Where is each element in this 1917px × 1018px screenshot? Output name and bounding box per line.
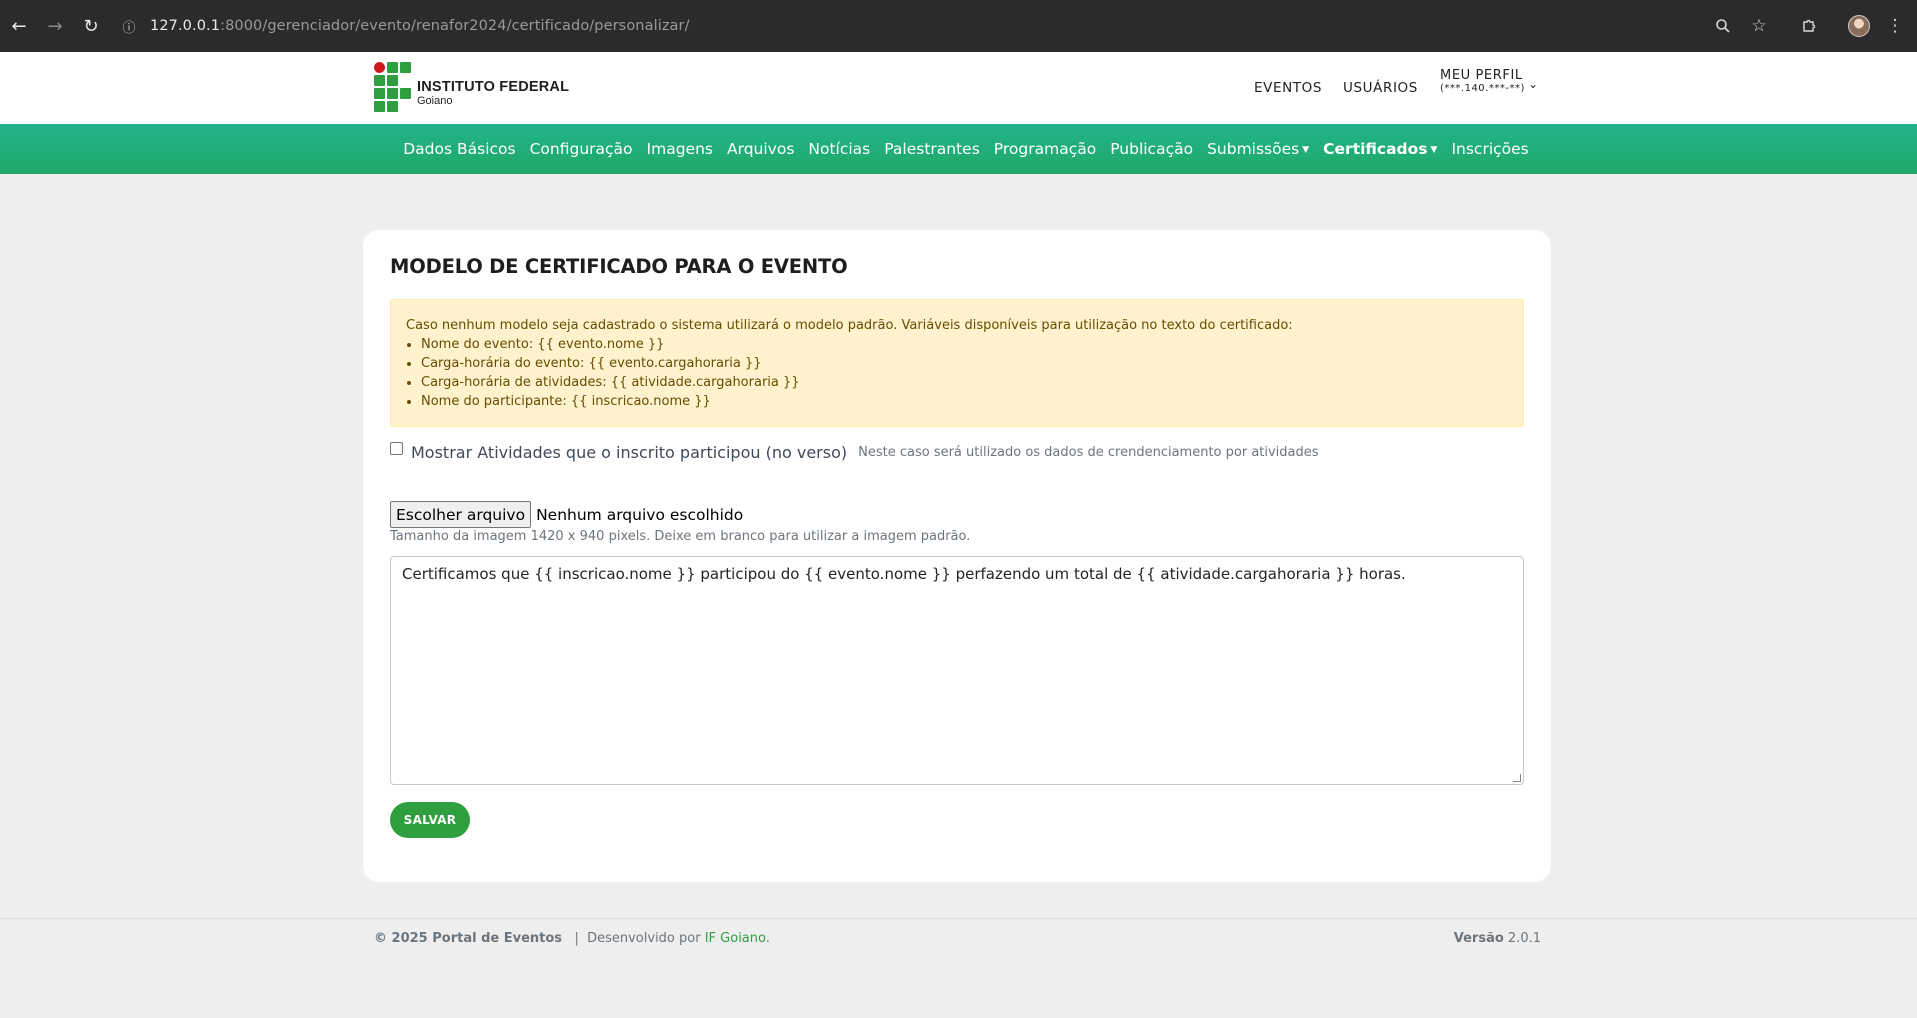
url-text[interactable]: 127.0.0.1:8000/gerenciador/evento/renafo…: [150, 18, 690, 34]
caret-down-icon: ▼: [1430, 145, 1438, 155]
subnav-item-submissoes[interactable]: Submissões ▼: [1200, 140, 1316, 158]
institute-logo[interactable]: INSTITUTO FEDERAL Goiano: [374, 62, 569, 112]
forward-arrow-icon[interactable]: →: [40, 11, 70, 41]
variables-alert: Caso nenhum modelo seja cadastrado o sis…: [390, 299, 1524, 427]
resize-handle-icon[interactable]: [1513, 774, 1521, 782]
footer-separator: |: [574, 931, 579, 946]
logo-subtitle: Goiano: [417, 95, 453, 107]
version-value: 2.0.1: [1507, 931, 1541, 946]
variable-item: Carga-horária de atividades: {{ atividad…: [421, 373, 1508, 392]
choose-file-button[interactable]: Escolher arquivo: [390, 501, 532, 528]
profile-label: MEU PERFIL: [1440, 68, 1523, 83]
subnav-item-dados-basicos[interactable]: Dados Básicos: [396, 140, 522, 158]
footer-credits: © 2025 Portal de Eventos | Desenvolvido …: [374, 931, 770, 946]
subnav-item-inscricoes[interactable]: Inscrições: [1444, 140, 1535, 158]
subnav-item-arquivos[interactable]: Arquivos: [720, 140, 801, 158]
footer-version: Versão 2.0.1: [1454, 931, 1541, 946]
kebab-menu-icon[interactable]: ⋮: [1877, 8, 1913, 44]
profile-menu[interactable]: MEU PERFIL (***.140.***-**) ⌄: [1440, 68, 1538, 95]
chevron-down-icon: ⌄: [1528, 77, 1539, 91]
subnav-item-imagens[interactable]: Imagens: [640, 140, 720, 158]
alert-intro: Caso nenhum modelo seja cadastrado o sis…: [406, 318, 1293, 333]
back-arrow-icon[interactable]: ←: [4, 11, 34, 41]
variable-item: Nome do participante: {{ inscricao.nome …: [421, 392, 1508, 411]
site-info-icon[interactable]: ⓘ: [118, 15, 140, 37]
logo-grid-icon: [374, 62, 411, 112]
certificate-text-value: Certificamos que {{ inscricao.nome }} pa…: [402, 565, 1406, 583]
subnav-item-palestrantes[interactable]: Palestrantes: [877, 140, 987, 158]
subnav-item-configuracao[interactable]: Configuração: [523, 140, 640, 158]
reload-icon[interactable]: ↻: [76, 11, 106, 41]
file-status-text: Nenhum arquivo escolhido: [536, 505, 744, 524]
show-activities-help: Neste caso será utilizado os dados de cr…: [858, 445, 1319, 460]
subnav-label-certificados: Certificados: [1323, 140, 1428, 158]
page-title: MODELO DE CERTIFICADO PARA O EVENTO: [390, 255, 848, 278]
subnav-item-certificados[interactable]: Certificados ▼: [1316, 140, 1444, 158]
image-size-help: Tamanho da imagem 1420 x 940 pixels. Dei…: [390, 529, 971, 544]
show-activities-checkbox[interactable]: [390, 442, 403, 455]
nav-users-link[interactable]: USUÁRIOS: [1343, 80, 1418, 96]
logo-title: INSTITUTO FEDERAL: [417, 79, 570, 95]
footer-developer-link[interactable]: IF Goiano: [705, 931, 766, 946]
caret-down-icon: ▼: [1302, 145, 1310, 155]
subnav-item-noticias[interactable]: Notícias: [801, 140, 877, 158]
version-label: Versão: [1453, 931, 1504, 946]
certificate-template-card: MODELO DE CERTIFICADO PARA O EVENTO Caso…: [363, 230, 1551, 882]
footer-copyright: © 2025 Portal de Eventos: [374, 931, 563, 946]
subnav-item-programacao[interactable]: Programação: [987, 140, 1103, 158]
footer-developed-by: Desenvolvido por: [587, 931, 701, 946]
footer-divider: [0, 918, 1917, 919]
profile-id: (***.140.***-**): [1440, 83, 1525, 94]
variable-item: Carga-horária do evento: {{ evento.carga…: [421, 354, 1508, 373]
certificate-text-textarea[interactable]: Certificamos que {{ inscricao.nome }} pa…: [390, 556, 1524, 785]
profile-avatar-icon[interactable]: [1841, 8, 1877, 44]
nav-events-link[interactable]: EVENTOS: [1254, 80, 1322, 96]
browser-toolbar: ← → ↻ ⓘ 127.0.0.1:8000/gerenciador/event…: [0, 0, 1917, 52]
address-bar[interactable]: ⓘ 127.0.0.1:8000/gerenciador/evento/rena…: [118, 9, 1718, 43]
save-button[interactable]: SALVAR: [390, 802, 470, 838]
bookmark-star-icon[interactable]: ☆: [1741, 8, 1777, 44]
site-header: INSTITUTO FEDERAL Goiano EVENTOS USUÁRIO…: [0, 52, 1917, 124]
variables-list: Nome do evento: {{ evento.nome }} Carga-…: [421, 335, 1508, 411]
extensions-puzzle-icon[interactable]: [1791, 8, 1827, 44]
event-subnav: Dados Básicos Configuração Imagens Arqui…: [0, 124, 1917, 174]
subnav-label-submissoes: Submissões: [1207, 140, 1300, 158]
footer-period: .: [765, 931, 770, 946]
zoom-icon[interactable]: [1705, 8, 1741, 44]
show-activities-label[interactable]: Mostrar Atividades que o inscrito partic…: [411, 443, 847, 462]
subnav-item-publicacao[interactable]: Publicação: [1103, 140, 1200, 158]
variable-item: Nome do evento: {{ evento.nome }}: [421, 335, 1508, 354]
